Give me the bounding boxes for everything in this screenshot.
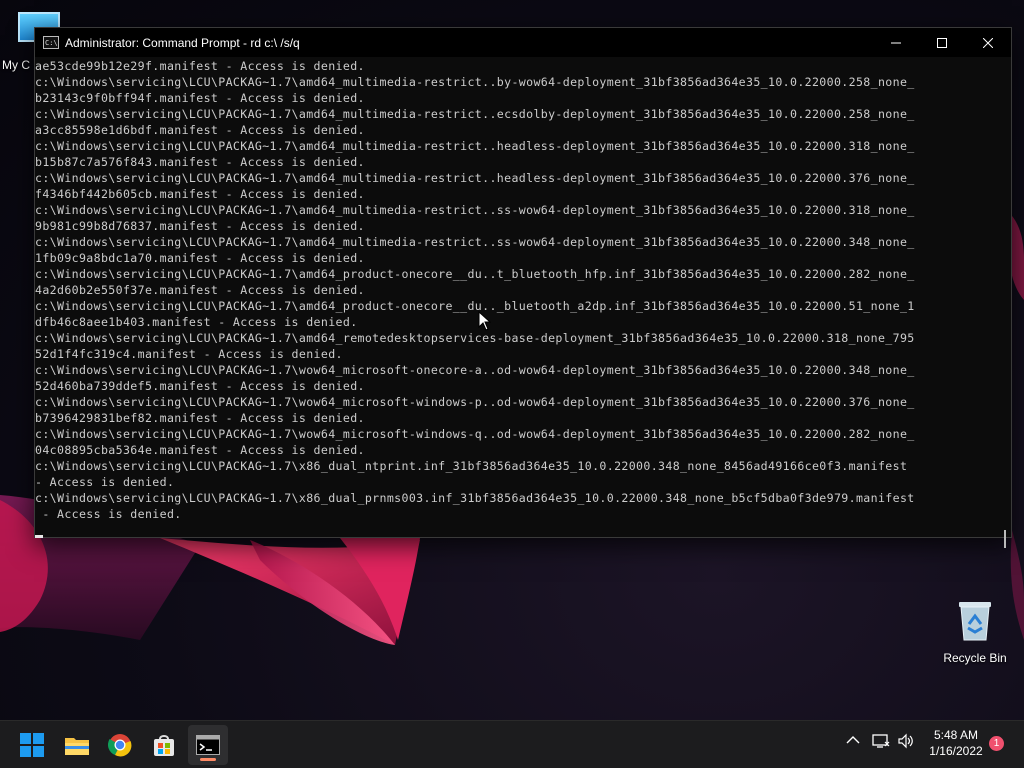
command-prompt-icon: C:\	[43, 36, 59, 49]
recycle-bin-icon	[959, 602, 991, 641]
volume-icon	[898, 733, 913, 749]
network-button[interactable]	[872, 733, 890, 752]
minimize-icon	[891, 42, 901, 43]
system-clock[interactable]: 5:48 AM 1/16/2022	[924, 727, 988, 759]
console-text: ae53cde99b12e29f.manifest - Access is de…	[35, 59, 915, 521]
chevron-up-icon	[846, 736, 860, 744]
command-prompt-icon	[196, 735, 220, 755]
taskbar-chrome[interactable]	[100, 725, 140, 765]
maximize-icon	[937, 37, 947, 48]
minimize-button[interactable]	[873, 28, 919, 57]
chrome-icon	[108, 734, 132, 757]
active-app-indicator	[200, 758, 216, 761]
start-button[interactable]	[12, 725, 52, 765]
store-icon	[154, 735, 174, 756]
maximize-button[interactable]	[919, 28, 965, 57]
clock-time: 5:48 AM	[933, 728, 979, 742]
taskbar: 5:48 AM 1/16/2022	[0, 720, 1024, 768]
start-icon	[20, 733, 44, 757]
clock-date: 1/16/2022	[929, 744, 983, 758]
file-explorer-icon	[65, 738, 89, 755]
console-output[interactable]: ae53cde99b12e29f.manifest - Access is de…	[35, 57, 1013, 548]
close-icon	[983, 37, 993, 48]
command-prompt-window[interactable]: C:\ Administrator: Command Prompt - rd c…	[34, 27, 1013, 548]
recycle-bin-label: Recycle Bin	[943, 651, 1007, 665]
this-pc-label: My C	[2, 58, 30, 72]
network-icon	[872, 734, 890, 748]
scrollbar-thumb[interactable]	[1004, 530, 1006, 548]
taskbar-store[interactable]	[144, 725, 184, 765]
text-cursor	[35, 535, 43, 538]
notification-badge[interactable]: 1	[989, 736, 1004, 751]
window-title: Administrator: Command Prompt - rd c:\ /…	[65, 35, 300, 50]
volume-button[interactable]	[897, 733, 915, 752]
window-titlebar[interactable]: C:\ Administrator: Command Prompt - rd c…	[35, 28, 1011, 57]
close-button[interactable]	[965, 28, 1011, 57]
show-hidden-icons-button[interactable]	[846, 733, 860, 748]
recycle-bin-desktop-icon[interactable]: Recycle Bin	[938, 594, 1012, 665]
mouse-pointer-icon	[478, 311, 492, 331]
taskbar-file-explorer[interactable]	[57, 725, 97, 765]
